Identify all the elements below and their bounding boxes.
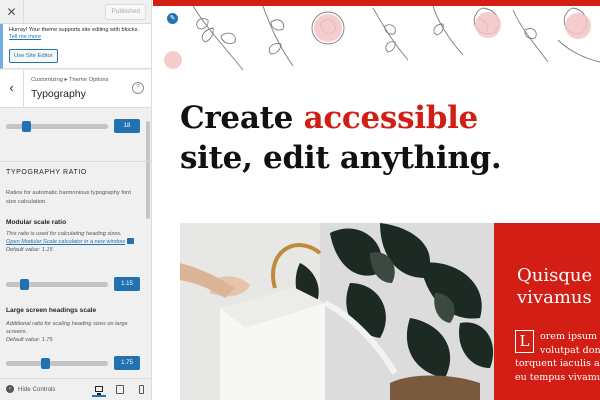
mobile-icon[interactable] [134,383,148,397]
top-accent-strip [153,0,600,6]
customizer-sidebar: ✕ Published Hurray! Your theme supports … [0,0,152,400]
breadcrumb: Customizing ▸ Theme Options [31,77,109,83]
group-description: Ratios for automatic harmonious typograp… [6,190,132,205]
desktop-icon[interactable] [92,383,106,397]
slider-thumb[interactable] [22,121,32,132]
headline-part-1: Create [180,100,294,136]
section-header: ‹ Customizing ▸ Theme Options Typography… [0,70,151,108]
external-link-icon [127,238,135,244]
hide-controls-label: Hide Controls [18,386,56,393]
slider-track[interactable] [6,279,108,290]
modular-scale-slider[interactable]: 1.15 [6,277,140,291]
collapse-icon: ‹ [6,385,14,394]
panel-heading: Quisque vivamus [517,265,600,309]
panel-heading-line-1: Quisque [517,265,593,286]
base-size-slider[interactable]: 18 [6,119,140,133]
floral-header-illustration [164,5,600,71]
modular-scale-calculator-link[interactable]: Open Modular Scale calculator in a new w… [6,239,125,245]
headline-accent: accessible [303,100,479,136]
modular-scale-help: This ratio is used for calculating headi… [6,230,138,254]
slider-thumb[interactable] [40,358,50,369]
body-line: volutpat done [540,344,600,356]
tell-me-more-link[interactable]: Tell me more [9,34,41,40]
use-site-editor-button[interactable]: Use Site Editor [9,49,58,63]
modular-scale-value[interactable]: 1.15 [114,277,140,291]
large-scale-label: Large screen headings scale [6,307,97,314]
headline-part-2: site, edit anything. [180,140,502,176]
modular-scale-desc: This ratio is used for calculating headi… [6,231,122,237]
watering-can-photo [180,223,498,400]
customizer-topbar: ✕ Published [0,0,151,24]
slider-thumb[interactable] [20,279,30,290]
modular-scale-label: Modular scale ratio [6,219,67,226]
large-scale-default: Default value: 1.75 [6,337,53,343]
chevron-left-icon[interactable]: ‹ [0,70,24,108]
hero-headline: Create accessible site, edit anything. [180,98,595,178]
slider-fill [6,361,45,366]
site-editor-notice: Hurray! Your theme supports site editing… [0,24,151,69]
close-icon[interactable]: ✕ [0,0,24,24]
site-preview[interactable]: ✎ Create accessible site, edit anything. [153,0,600,400]
body-line: torquent iaculis a [515,358,600,369]
tablet-icon[interactable] [113,383,127,397]
base-size-value[interactable]: 18 [114,119,140,133]
body-line: eu tempus vivamus [515,371,600,383]
featured-red-panel: Quisque vivamus L orem ipsum do volutpat… [494,223,600,400]
customizer-footer: ‹ Hide Controls [0,378,151,400]
slider-track[interactable] [6,358,108,369]
hide-controls-button[interactable]: ‹ Hide Controls [6,384,56,395]
help-icon[interactable]: ? [132,82,144,94]
panel-body-text: orem ipsum do volutpat done torquent iac… [515,330,600,384]
panel-heading-line-2: vivamus [517,287,592,308]
modular-scale-default: Default value: 1.15 [6,247,53,253]
edit-pencil-icon[interactable]: ✎ [166,12,179,25]
group-title: Typography Ratio [6,169,87,176]
large-scale-desc: Additional ratio for scaling heading siz… [6,321,128,335]
controls-panel: 18 Typography Ratio Ratios for automatic… [0,109,151,378]
scrollbar[interactable] [146,121,150,219]
divider [0,161,151,162]
large-scale-slider[interactable]: 1.75 [6,356,140,370]
slider-track[interactable] [6,121,108,132]
notice-text: Hurray! Your theme supports site editing… [9,27,139,33]
body-line: orem ipsum do [540,331,600,342]
large-scale-help: Additional ratio for scaling heading siz… [6,320,138,344]
large-scale-value[interactable]: 1.75 [114,356,140,370]
published-button[interactable]: Published [105,4,146,20]
section-title: Typography [31,88,86,100]
